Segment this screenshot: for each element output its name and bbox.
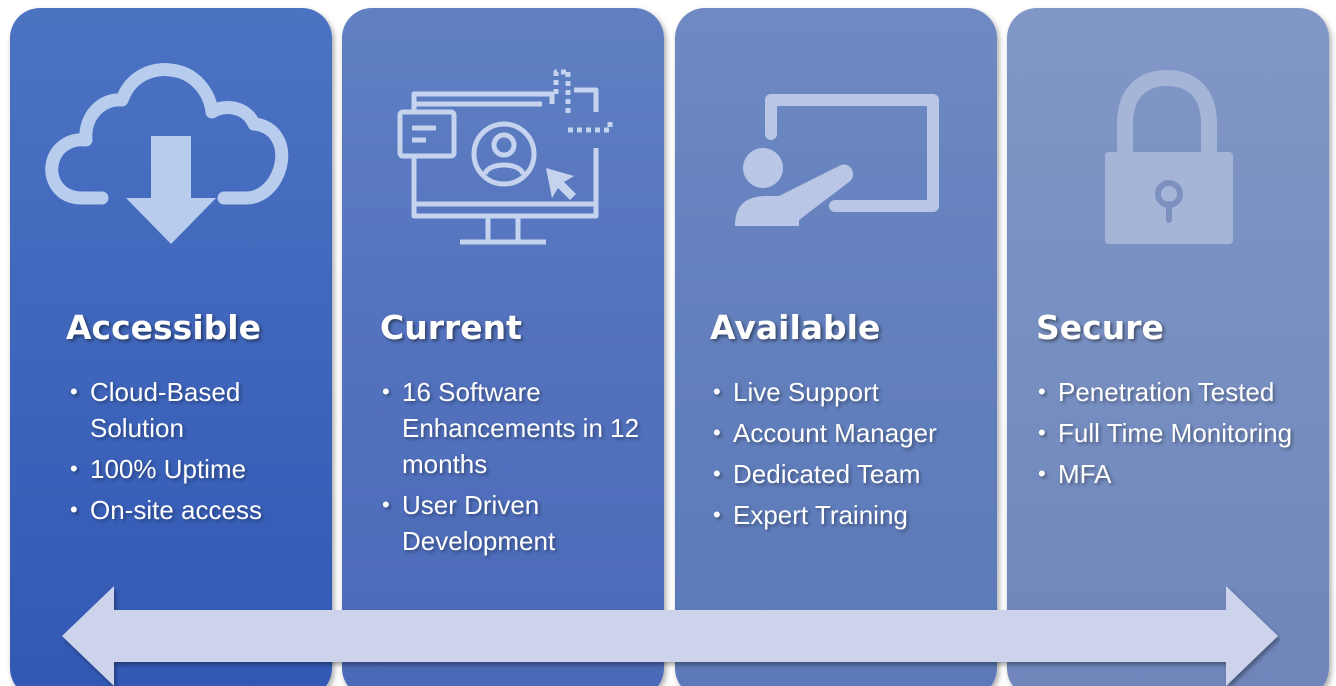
bullet-text: 100% Uptime (90, 454, 247, 484)
bullet-text: Penetration Tested (1058, 377, 1275, 407)
bullet-item: • On-site access (70, 492, 320, 528)
bullet-list: • Live Support • Account Manager • Dedicate… (713, 374, 993, 538)
card-title: Available (710, 308, 881, 347)
card-title: Current (380, 308, 522, 347)
card-accessible: Accessible • Cloud-Based Solution • 100% U… (10, 8, 332, 686)
bullet-glyph: • (70, 497, 78, 522)
bullet-item: • 100% Uptime (70, 451, 320, 487)
bullet-glyph: • (1038, 420, 1046, 445)
bullet-glyph: • (713, 502, 721, 527)
bullet-text: 16 Software Enhancements in 12 months (402, 377, 640, 479)
bullet-text: Live Support (733, 377, 879, 407)
bullet-item: • Live Support (713, 374, 993, 410)
bullet-list: • Penetration Tested • Full Time Monitorin… (1038, 374, 1328, 497)
bullet-list: • Cloud-Based Solution • 100% Uptime • On-s… (70, 374, 320, 533)
double-headed-arrow-icon (60, 586, 1280, 686)
bullet-item: • Dedicated Team (713, 456, 993, 492)
bullet-text: User Driven Development (402, 490, 556, 556)
bullet-item: • Cloud-Based Solution (70, 374, 320, 446)
diagram-canvas: Accessible • Cloud-Based Solution • 100% U… (0, 0, 1336, 686)
bullet-glyph: • (70, 379, 78, 404)
bullet-glyph: • (713, 420, 721, 445)
bullet-item: • 16 Software Enhancements in 12 months (382, 374, 652, 482)
bullet-item: • User Driven Development (382, 487, 652, 559)
cloud-download-icon (10, 8, 332, 278)
card-available: Available • Live Support • Account Manager… (675, 8, 997, 686)
bullet-item: • Penetration Tested (1038, 374, 1328, 410)
bullet-glyph: • (1038, 379, 1046, 404)
bullet-glyph: • (382, 379, 390, 404)
bullet-item: • Expert Training (713, 497, 993, 533)
bullet-item: • Account Manager (713, 415, 993, 451)
card-current: Current • 16 Software Enhancements in 12 … (342, 8, 664, 686)
card-title: Secure (1036, 308, 1164, 347)
bullet-text: Expert Training (733, 500, 908, 530)
bullet-glyph: • (713, 379, 721, 404)
bullet-list: • 16 Software Enhancements in 12 months •… (382, 374, 652, 564)
bullet-text: On-site access (90, 495, 262, 525)
bullet-text: Cloud-Based Solution (90, 377, 241, 443)
bullet-item: • Full Time Monitoring (1038, 415, 1328, 451)
bullet-glyph: • (382, 492, 390, 517)
bullet-glyph: • (1038, 461, 1046, 486)
bullet-item: • MFA (1038, 456, 1328, 492)
bullet-text: Account Manager (733, 418, 937, 448)
card-secure: Secure • Penetration Tested • Full Time Mo… (1007, 8, 1329, 686)
bullet-text: Dedicated Team (733, 459, 921, 489)
bullet-glyph: • (713, 461, 721, 486)
padlock-icon (1007, 8, 1329, 278)
presenter-board-icon (675, 8, 997, 278)
card-title: Accessible (66, 308, 261, 347)
bullet-text: Full Time Monitoring (1058, 418, 1293, 448)
bullet-glyph: • (70, 456, 78, 481)
monitor-user-icon (342, 8, 664, 278)
bullet-text: MFA (1058, 459, 1112, 489)
